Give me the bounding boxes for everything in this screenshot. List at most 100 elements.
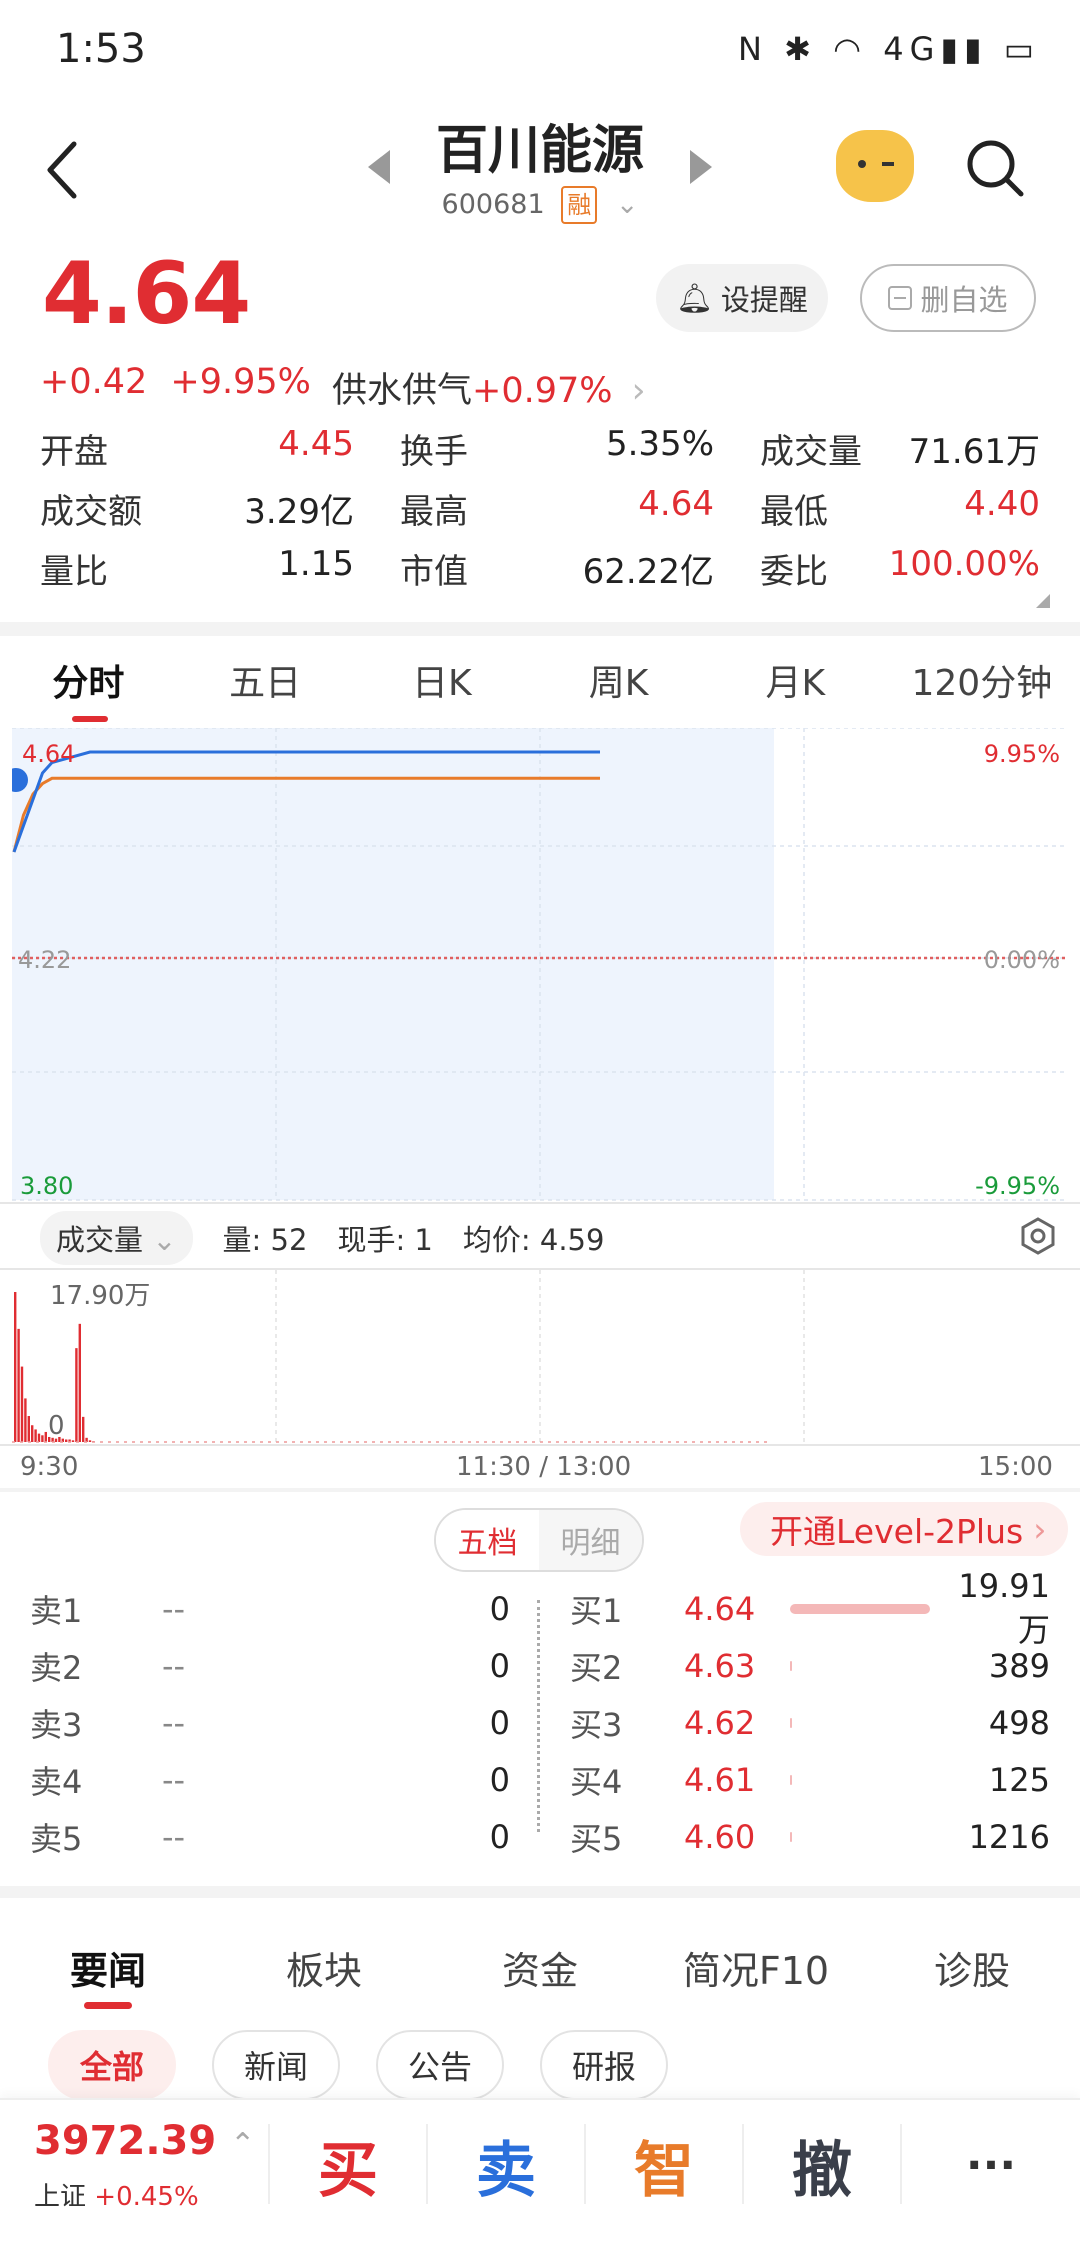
stat-value: 4.45 bbox=[278, 423, 354, 464]
news-tab[interactable]: 诊股 bbox=[864, 1940, 1080, 1995]
stat-value: 71.61万 bbox=[908, 431, 1040, 472]
set-alert-button[interactable]: 🔔︎ 设提醒 bbox=[656, 264, 828, 332]
sector-link[interactable]: 供水供气+0.97% › bbox=[332, 362, 646, 413]
active-tab-indicator bbox=[72, 716, 108, 722]
pct-axis-bottom: -9.95% bbox=[975, 1172, 1060, 1200]
stat-label: 开盘 bbox=[40, 431, 108, 472]
search-icon[interactable] bbox=[965, 138, 1025, 198]
news-filter-pill[interactable]: 新闻 bbox=[212, 2030, 341, 2100]
more-button[interactable]: ··· bbox=[902, 2110, 1080, 2220]
buy-book: 买1 4.64 19.91万 买2 4.63 389 买3 4.62 498 买4 4.61 125 买… bbox=[570, 1567, 1050, 1865]
buy-level-volume: 498 bbox=[988, 1703, 1050, 1742]
buy-level-price: 4.61 bbox=[684, 1760, 756, 1799]
buy-level-price: 4.62 bbox=[684, 1703, 756, 1742]
orderbook-toggle: 五档 明细 bbox=[434, 1508, 644, 1572]
buy-level-volume: 125 bbox=[988, 1760, 1050, 1799]
stat-cell: 市值 62.22亿 bbox=[400, 544, 760, 593]
sell-level-price: -- bbox=[162, 1589, 186, 1628]
buy-level-row: 买4 4.61 125 bbox=[570, 1751, 1050, 1808]
tab-detail[interactable]: 明细 bbox=[539, 1510, 642, 1570]
buy-level-price: 4.60 bbox=[684, 1817, 756, 1856]
sell-level-row: 卖5 -- 0 bbox=[30, 1808, 510, 1865]
chart-tab[interactable]: 120分钟 bbox=[884, 654, 1080, 706]
sell-button[interactable]: 卖 bbox=[428, 2110, 584, 2220]
news-tab[interactable]: 要闻 bbox=[0, 1940, 216, 1995]
stock-code-row[interactable]: 600681 融 ⌄ bbox=[0, 186, 1080, 224]
volume-hand: 现手: 1 bbox=[337, 1223, 433, 1257]
settings-icon[interactable] bbox=[1018, 1216, 1058, 1256]
buy-level-row: 买3 4.62 498 bbox=[570, 1694, 1050, 1751]
chevron-down-icon: ⌄ bbox=[152, 1223, 177, 1257]
chart-tab[interactable]: 月K bbox=[707, 654, 884, 706]
volume-selector-label: 成交量 bbox=[56, 1223, 144, 1257]
news-tab[interactable]: 资金 bbox=[432, 1940, 648, 1995]
chart-tab[interactable]: 日K bbox=[353, 654, 530, 706]
sector-pct: +0.97% bbox=[472, 371, 613, 411]
sell-level-row: 卖4 -- 0 bbox=[30, 1751, 510, 1808]
stat-label: 委比 bbox=[760, 551, 828, 592]
index-pct: +0.45% bbox=[94, 2182, 199, 2212]
stock-code: 600681 bbox=[441, 189, 545, 220]
news-filter-pill[interactable]: 研报 bbox=[540, 2030, 669, 2100]
news-tab[interactable]: 简况F10 bbox=[648, 1940, 864, 1995]
stat-cell: 最低 4.40 bbox=[760, 484, 1040, 533]
buy-level-label: 买2 bbox=[570, 1648, 623, 1687]
index-value: 3972.39 bbox=[34, 2118, 217, 2164]
chart-tab[interactable]: 分时 bbox=[0, 654, 177, 706]
index-value-row[interactable]: 3972.39 ⌃ bbox=[34, 2118, 255, 2164]
bell-icon: 🔔︎ bbox=[676, 280, 713, 315]
change-pct: +9.95% bbox=[170, 362, 311, 402]
volume-chart: 17.90万 0 bbox=[12, 1270, 805, 1444]
news-filter-pill[interactable]: 公告 bbox=[376, 2030, 505, 2100]
sell-level-label: 卖1 bbox=[30, 1591, 83, 1630]
volume-bar bbox=[14, 1292, 17, 1442]
time-axis-end: 15:00 bbox=[978, 1452, 1053, 1482]
volume-bar bbox=[34, 1429, 37, 1442]
buy-level-row: 买2 4.63 389 bbox=[570, 1637, 1050, 1694]
remove-watchlist-button[interactable]: 删自选 bbox=[860, 264, 1036, 332]
stat-value: 5.35% bbox=[605, 423, 714, 464]
stat-cell: 开盘 4.45 bbox=[40, 424, 400, 473]
intraday-chart[interactable]: 4.64 4.22 3.80 9.95% 0.00% -9.95% bbox=[12, 728, 1068, 1208]
sell-book: 卖1 -- 0 卖2 -- 0 卖3 -- 0 卖4 -- 0 卖5 -- 0 bbox=[30, 1580, 510, 1865]
sell-level-row: 卖1 -- 0 bbox=[30, 1580, 510, 1637]
smart-button[interactable]: 智 bbox=[586, 2110, 742, 2220]
pct-axis-mid: 0.00% bbox=[984, 946, 1060, 974]
section-divider bbox=[0, 622, 1080, 636]
chart-tab[interactable]: 周K bbox=[530, 654, 707, 706]
volume-bottom-line bbox=[0, 1444, 1080, 1446]
news-filter-pill[interactable]: 全部 bbox=[48, 2030, 177, 2100]
price-change: +0.42 +9.95% bbox=[40, 362, 311, 402]
cancel-order-button[interactable]: 撤 bbox=[744, 2110, 900, 2220]
sell-level-price: -- bbox=[162, 1817, 186, 1856]
chevron-up-icon: ⌃ bbox=[230, 2127, 256, 2162]
volume-bar bbox=[65, 1439, 68, 1442]
volume-bar bbox=[41, 1435, 44, 1442]
section-divider bbox=[0, 1886, 1080, 1898]
buy-button[interactable]: 买 bbox=[270, 2110, 426, 2220]
tab-five-levels[interactable]: 五档 bbox=[436, 1510, 539, 1570]
minus-box-icon bbox=[888, 286, 913, 310]
remove-watchlist-label: 删自选 bbox=[920, 283, 1008, 317]
buy-level-bar bbox=[790, 1660, 930, 1671]
stat-cell: 量比 1.15 bbox=[40, 544, 400, 593]
stat-label: 成交量 bbox=[760, 431, 862, 472]
news-tab[interactable]: 板块 bbox=[216, 1940, 432, 1995]
level2-label: 开通Level-2Plus bbox=[770, 1512, 1024, 1551]
news-tabs: 要闻 板块 资金 简况F10 诊股 bbox=[0, 1930, 1080, 2004]
index-name-row: 上证 +0.45% bbox=[34, 2176, 199, 2213]
stat-label: 最低 bbox=[760, 491, 828, 532]
volume-selector[interactable]: 成交量 ⌄ bbox=[40, 1211, 193, 1265]
sell-level-volume: 0 bbox=[489, 1760, 510, 1799]
level2-upgrade-button[interactable]: 开通Level-2Plus › bbox=[740, 1502, 1068, 1556]
stat-value: 1.15 bbox=[278, 543, 354, 584]
mascot-icon[interactable] bbox=[836, 130, 914, 202]
buy-level-bar bbox=[790, 1831, 930, 1842]
expand-corner-icon[interactable] bbox=[1036, 594, 1050, 608]
sell-level-volume: 0 bbox=[489, 1589, 510, 1628]
sell-level-row: 卖3 -- 0 bbox=[30, 1694, 510, 1751]
buy-level-bar bbox=[790, 1717, 930, 1728]
stat-value: 4.64 bbox=[638, 483, 714, 524]
sell-level-price: -- bbox=[162, 1703, 186, 1742]
chart-tab[interactable]: 五日 bbox=[177, 654, 354, 706]
